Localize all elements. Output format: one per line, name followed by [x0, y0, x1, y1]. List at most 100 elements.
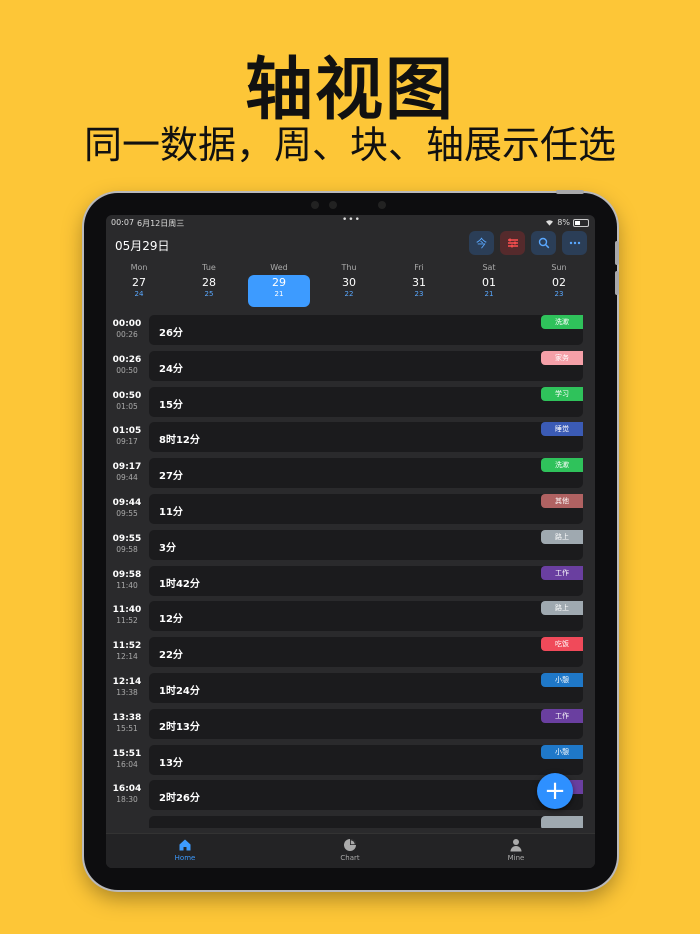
status-right: 8%	[545, 218, 589, 227]
day-fri[interactable]: Fri 31 23	[388, 261, 450, 309]
camera-dot	[311, 201, 319, 209]
start-time: 00:26	[112, 354, 142, 365]
entry-bar[interactable]: 13分 小憩	[149, 744, 583, 775]
timeline-row[interactable]: 15:51 16:04 13分 小憩	[106, 744, 595, 781]
day-date: 28	[202, 276, 216, 289]
day-count: 24	[134, 290, 144, 298]
tab-home[interactable]: Home	[155, 837, 215, 862]
timeline-row[interactable]: 01:05 09:17 8时12分 睡觉	[106, 422, 595, 458]
category-tag: 小憩	[541, 673, 583, 687]
day-count: 25	[204, 290, 214, 298]
entry-bar[interactable]: 1时42分 工作	[149, 565, 583, 596]
entry-bar[interactable]: 2时26分	[149, 780, 583, 811]
day-date: 30	[342, 276, 356, 289]
timeline-row[interactable]: 09:55 09:58 3分 路上	[106, 529, 595, 566]
timeline-row[interactable]	[106, 816, 595, 828]
day-sun[interactable]: Sun 02 23	[528, 261, 590, 309]
category-tag: 洗漱	[541, 315, 583, 329]
entry-duration: 1时42分	[159, 578, 200, 590]
entry-duration: 2时26分	[159, 793, 200, 805]
start-time: 11:52	[112, 641, 142, 652]
category-tag: 路上	[541, 601, 583, 616]
app-screen: 00:07 6月12日周三 ••• 8% 05月29日 今 Mon 27 24 …	[106, 215, 595, 868]
start-time: 12:14	[112, 677, 142, 687]
entry-duration: 2时13分	[159, 721, 200, 733]
entry-bar[interactable]: 1时24分 小憩	[149, 673, 583, 703]
entry-duration: 26分	[159, 328, 183, 339]
filter-button[interactable]	[500, 231, 525, 255]
camera-dot	[329, 201, 337, 209]
day-date: 29	[272, 276, 286, 289]
timeline-row[interactable]: 00:50 01:05 15分 学习	[106, 386, 595, 423]
day-mon[interactable]: Mon 27 24	[108, 261, 170, 309]
entry-bar[interactable]: 27分 洗漱	[149, 458, 583, 489]
entry-bar[interactable]: 3分 路上	[149, 529, 583, 560]
end-time: 00:50	[116, 365, 138, 375]
timeline-row[interactable]: 12:14 13:38 1时24分 小憩	[106, 673, 595, 709]
category-tag: 家务	[541, 350, 583, 365]
wifi-icon	[546, 220, 554, 226]
day-tue[interactable]: Tue 28 25	[178, 261, 240, 309]
timeline-row[interactable]: 09:17 09:44 27分 洗漱	[106, 458, 595, 494]
entry-bar[interactable]: 24分 家务	[149, 350, 583, 381]
multitask-dots[interactable]: •••	[342, 215, 361, 225]
day-count: 21	[484, 290, 494, 298]
day-thu[interactable]: Thu 30 22	[318, 261, 380, 309]
category-tag: 洗漱	[541, 458, 583, 473]
day-wed[interactable]: Wed 29 21	[248, 261, 310, 309]
entry-bar[interactable]: 26分 洗漱	[149, 315, 583, 345]
volume-up-button	[615, 241, 619, 265]
entry-bar[interactable]: 12分 路上	[149, 601, 583, 632]
end-time: 11:40	[116, 580, 138, 590]
timeline-row[interactable]: 09:44 09:55 11分 其他	[106, 494, 595, 530]
status-bar: 00:07 6月12日周三 ••• 8%	[106, 215, 595, 229]
start-time: 09:44	[112, 498, 142, 508]
tab-chart[interactable]: Chart	[320, 837, 380, 862]
end-time: 09:17	[116, 437, 138, 447]
day-name: Thu	[341, 263, 357, 272]
end-time: 01:05	[116, 401, 138, 411]
tab-mine[interactable]: Mine	[486, 837, 546, 862]
today-button[interactable]: 今	[469, 231, 494, 255]
timeline-row[interactable]: 11:40 11:52 12分 路上	[106, 601, 595, 637]
day-count: 23	[554, 290, 564, 298]
tab-label: Mine	[507, 854, 525, 862]
entry-duration: 8时12分	[159, 435, 200, 447]
end-time: 00:26	[116, 330, 138, 339]
entry-duration: 15分	[159, 399, 183, 411]
timeline-row[interactable]: 00:26 00:50 24分 家务	[106, 350, 595, 387]
timeline-row[interactable]: 11:52 12:14 22分 吃饭	[106, 637, 595, 673]
day-name: Mon	[130, 263, 148, 272]
entry-bar[interactable]: 15分 学习	[149, 386, 583, 417]
start-time: 09:17	[112, 462, 142, 473]
search-button[interactable]	[531, 231, 556, 255]
end-time: 12:14	[116, 652, 138, 662]
entry-duration: 13分	[159, 757, 183, 769]
day-count: 22	[344, 290, 354, 298]
camera-dot	[378, 201, 386, 209]
timeline-row[interactable]: 09:58 11:40 1时42分 工作	[106, 565, 595, 602]
top-button	[556, 190, 584, 194]
more-button[interactable]	[562, 231, 587, 255]
entry-bar[interactable]: 2时13分 工作	[149, 708, 583, 739]
timeline-row[interactable]: 13:38 15:51 2时13分 工作	[106, 708, 595, 745]
entry-bar[interactable]: 22分 吃饭	[149, 637, 583, 668]
entry-bar[interactable]: 8时12分 睡觉	[149, 422, 583, 453]
add-entry-button[interactable]: +	[537, 773, 573, 809]
current-date[interactable]: 05月29日	[115, 237, 170, 254]
entry-duration: 24分	[159, 363, 183, 375]
timeline-row[interactable]: 16:04 18:30 2时26分	[106, 780, 595, 816]
entry-bar[interactable]: 11分 其他	[149, 494, 583, 524]
entry-bar[interactable]	[149, 816, 583, 828]
tab-label: Home	[174, 854, 196, 862]
day-name: Fri	[414, 263, 424, 272]
day-count: 21	[274, 290, 284, 298]
timeline-row[interactable]: 00:00 00:26 26分 洗漱	[106, 315, 595, 351]
category-tag: 睡觉	[541, 422, 583, 437]
timeline-list[interactable]: 00:00 00:26 26分 洗漱 00:26 00:50 24分 家务 00:50 01:05…	[106, 315, 595, 828]
battery-icon	[573, 218, 589, 227]
day-sat[interactable]: Sat 01 21	[458, 261, 520, 309]
category-tag: 学习	[541, 386, 583, 401]
start-time: 11:40	[112, 605, 142, 616]
entry-duration: 12分	[159, 614, 183, 626]
